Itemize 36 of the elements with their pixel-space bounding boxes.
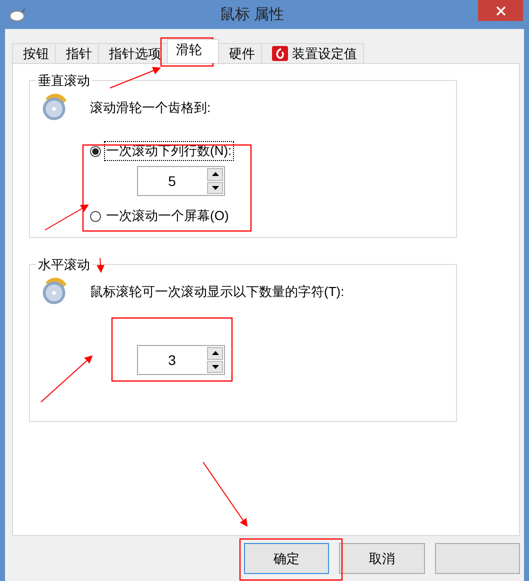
tab[interactable]: 硬件 — [218, 43, 262, 63]
annotation-arrow — [96, 258, 104, 273]
dialog-button[interactable]: 确定 — [244, 543, 330, 574]
group-title: 垂直滚动 — [36, 72, 92, 90]
window-title: 鼠标 属性 — [218, 5, 286, 24]
tab[interactable]: 按钮 — [12, 43, 56, 63]
annotation-arrow — [44, 204, 89, 230]
tab[interactable]: 滑轮 — [167, 39, 219, 63]
highlight-box — [160, 37, 214, 67]
tab[interactable]: 装置设定值 — [261, 43, 364, 63]
radio-button[interactable] — [90, 210, 101, 222]
close-button[interactable] — [478, 0, 523, 21]
spin-up-button[interactable] — [207, 347, 223, 360]
spin-down-button[interactable] — [207, 360, 223, 373]
radio-button[interactable] — [90, 146, 101, 156]
close-icon — [496, 6, 506, 16]
annotation-arrow — [202, 462, 248, 527]
group-title: 水平滚动 — [36, 256, 92, 274]
prompt-label: 滚动滑轮一个齿格到: — [90, 99, 211, 117]
radio-option[interactable]: 一次滚动一个屏幕(O) — [90, 206, 231, 226]
tab[interactable]: 指针 — [55, 43, 99, 63]
number-field[interactable]: 3 — [137, 345, 225, 375]
mouse-icon — [8, 8, 26, 22]
spin-up-button[interactable] — [207, 168, 223, 180]
annotation-arrow — [40, 355, 93, 402]
up-arrow-icon — [212, 172, 218, 176]
device-icon — [272, 46, 288, 61]
up-arrow-icon — [212, 351, 218, 356]
down-arrow-icon — [212, 186, 218, 190]
number-field[interactable]: 5 — [137, 166, 225, 196]
down-arrow-icon — [212, 364, 218, 369]
annotation-arrow — [110, 66, 161, 88]
dialog-button[interactable]: 取消 — [339, 543, 425, 574]
tab[interactable]: 指针选项 — [98, 43, 168, 63]
prompt-label: 鼠标滚轮可一次滚动显示以下数量的字符(T): — [90, 283, 344, 301]
spin-down-button[interactable] — [207, 182, 223, 194]
